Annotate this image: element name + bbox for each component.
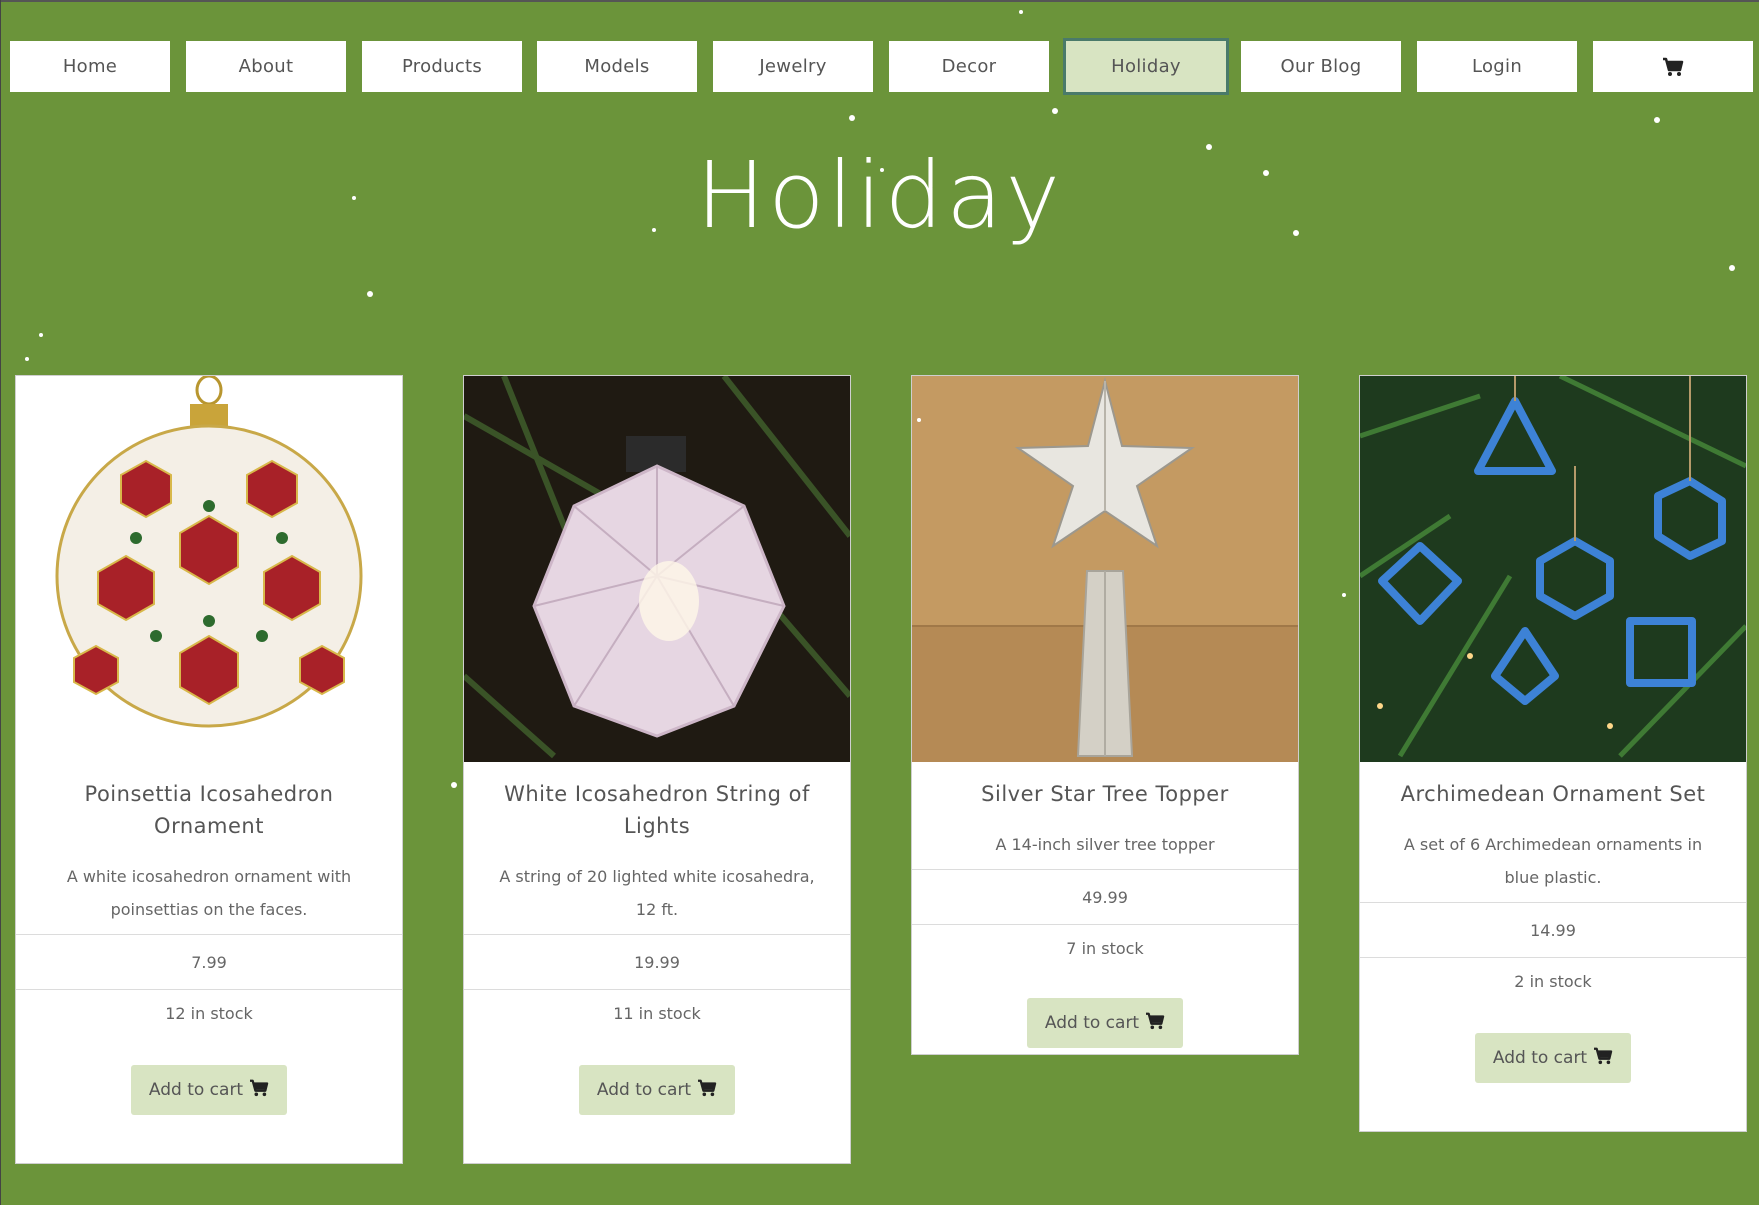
- main-nav: Home About Products Models Jewelry Decor…: [10, 38, 1755, 95]
- product-card: Poinsettia Icosahedron Ornament A white …: [15, 375, 403, 1164]
- archimedean-ornaments-image[interactable]: [1360, 376, 1746, 762]
- shopping-cart-icon: [1145, 1012, 1165, 1035]
- snowflake: [1293, 230, 1299, 236]
- snowflake: [1019, 10, 1023, 14]
- product-stock: 12 in stock: [16, 989, 402, 1043]
- product-price: 49.99: [912, 869, 1298, 924]
- shopping-cart-icon: [697, 1079, 717, 1102]
- nav-jewelry[interactable]: Jewelry: [713, 41, 873, 92]
- add-to-cart-label: Add to cart: [1492, 1048, 1588, 1068]
- shopping-cart-icon: [1662, 57, 1684, 77]
- button-area: Add to cart: [1360, 1011, 1746, 1131]
- product-description: A set of 6 Archimedean ornaments in blue…: [1403, 835, 1703, 887]
- product-title[interactable]: Silver Star Tree Topper: [912, 762, 1298, 810]
- snowflake: [1206, 144, 1212, 150]
- nav-home[interactable]: Home: [10, 41, 170, 92]
- product-description: A white icosahedron ornament with poinse…: [66, 867, 352, 919]
- snowflake: [25, 357, 29, 361]
- add-to-cart-button[interactable]: Add to cart: [1026, 998, 1184, 1048]
- nav-decor[interactable]: Decor: [889, 41, 1049, 92]
- add-to-cart-label: Add to cart: [596, 1080, 692, 1100]
- snowflake: [1263, 170, 1269, 176]
- snowflake: [39, 333, 43, 337]
- snowflake: [880, 168, 884, 172]
- snowflake: [1729, 265, 1735, 271]
- snowflake: [451, 782, 457, 788]
- product-price: 14.99: [1360, 902, 1746, 957]
- product-description: A string of 20 lighted white icosahedra,…: [499, 867, 815, 919]
- add-to-cart-label: Add to cart: [1044, 1013, 1140, 1033]
- product-title[interactable]: Archimedean Ornament Set: [1360, 762, 1746, 810]
- product-card: Archimedean Ornament Set A set of 6 Arch…: [1359, 375, 1747, 1132]
- add-to-cart-button[interactable]: Add to cart: [578, 1065, 736, 1115]
- snowflake: [917, 418, 921, 422]
- snowflake: [652, 228, 656, 232]
- nav-products[interactable]: Products: [362, 41, 522, 92]
- product-description: A 14-inch silver tree topper: [995, 835, 1215, 854]
- nav-models[interactable]: Models: [537, 41, 697, 92]
- product-stock: 11 in stock: [464, 989, 850, 1043]
- snowflake: [352, 196, 356, 200]
- shopping-cart-icon: [249, 1079, 269, 1102]
- page-title: Holiday: [696, 142, 1063, 249]
- product-card: Silver Star Tree Topper A 14-inch silver…: [911, 375, 1299, 1055]
- snowflake: [1052, 108, 1058, 114]
- nav-login[interactable]: Login: [1417, 41, 1577, 92]
- button-area: Add to cart: [464, 1043, 850, 1163]
- white-icosahedron-lights-image[interactable]: [464, 376, 850, 762]
- product-card: White Icosahedron String of Lights A str…: [463, 375, 851, 1164]
- nav-our-blog[interactable]: Our Blog: [1241, 41, 1401, 92]
- add-to-cart-button[interactable]: Add to cart: [130, 1065, 288, 1115]
- button-area: Add to cart: [912, 978, 1298, 1054]
- snowflake: [367, 291, 373, 297]
- nav-about[interactable]: About: [186, 41, 346, 92]
- product-title[interactable]: Poinsettia Icosahedron Ornament: [16, 762, 402, 842]
- snowflake: [1654, 117, 1660, 123]
- silver-star-topper-image[interactable]: [912, 376, 1298, 762]
- product-title[interactable]: White Icosahedron String of Lights: [464, 762, 850, 842]
- snowflake: [849, 115, 855, 121]
- product-price: 19.99: [464, 934, 850, 989]
- add-to-cart-label: Add to cart: [148, 1080, 244, 1100]
- button-area: Add to cart: [16, 1043, 402, 1163]
- product-price: 7.99: [16, 934, 402, 989]
- snowflake: [1342, 593, 1346, 597]
- product-stock: 7 in stock: [912, 924, 1298, 978]
- nav-holiday[interactable]: Holiday: [1063, 38, 1229, 95]
- poinsettia-ornament-image[interactable]: [16, 376, 402, 762]
- product-stock: 2 in stock: [1360, 957, 1746, 1011]
- nav-cart[interactable]: [1593, 41, 1753, 92]
- top-border: [0, 0, 1759, 2]
- shopping-cart-icon: [1593, 1047, 1613, 1070]
- add-to-cart-button[interactable]: Add to cart: [1474, 1033, 1632, 1083]
